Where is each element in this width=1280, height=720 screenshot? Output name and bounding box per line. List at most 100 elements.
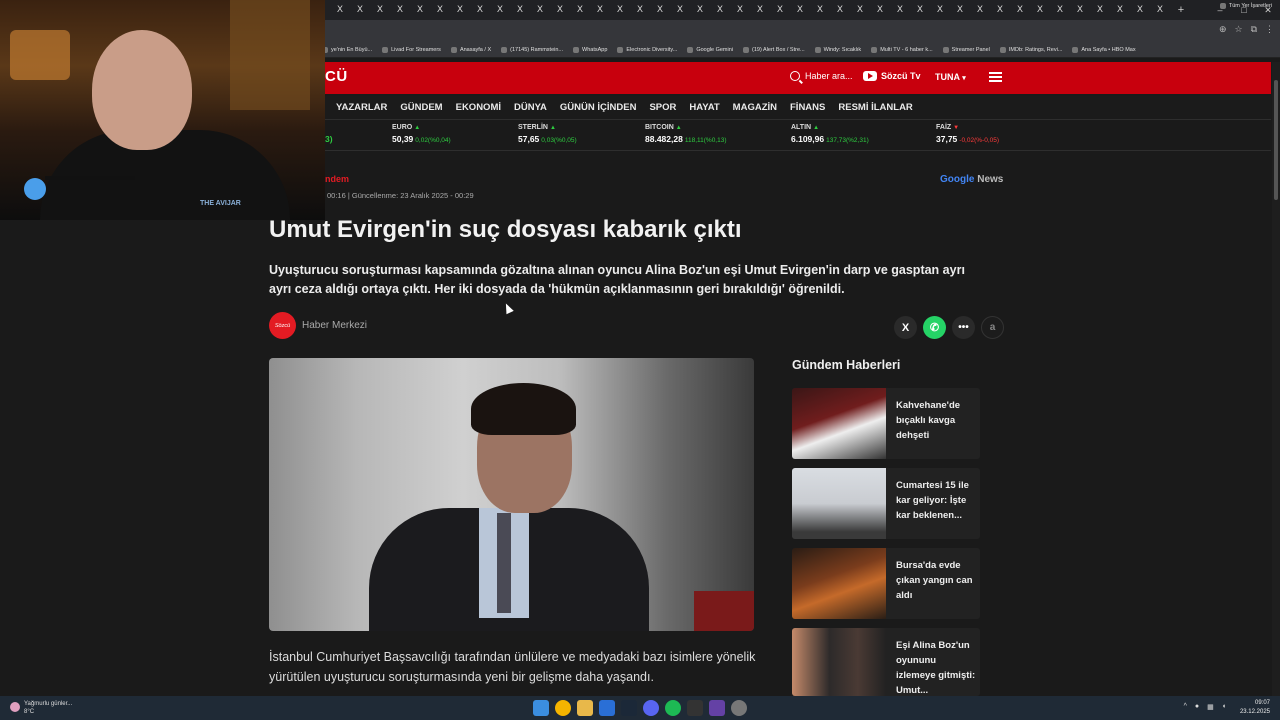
tab-close-icon[interactable]: X	[490, 5, 510, 15]
tab-close-icon[interactable]: X	[890, 5, 910, 15]
font-size-button[interactable]: a	[981, 316, 1004, 339]
tab-close-icon[interactable]: X	[830, 5, 850, 15]
chrome-icon[interactable]	[555, 700, 571, 716]
tab-close-icon[interactable]: X	[530, 5, 550, 15]
ticker-item-euro[interactable]: EURO ▲ 50,39 0,02(%0,04)	[392, 124, 451, 144]
site-logo[interactable]: CÜ	[325, 68, 348, 85]
bookmark-item[interactable]: Streamer Panel	[942, 46, 990, 53]
tab-close-icon[interactable]: X	[970, 5, 990, 15]
ticker-item-altin[interactable]: ALTIN ▲ 6.109,96 137,73(%2,31)	[791, 124, 869, 144]
tab-close-icon[interactable]: X	[410, 5, 430, 15]
tab-close-icon[interactable]: X	[630, 5, 650, 15]
google-news-link[interactable]: Google News	[940, 174, 1003, 185]
tab-close-icon[interactable]: X	[710, 5, 730, 15]
tab-close-icon[interactable]: X	[730, 5, 750, 15]
start-icon[interactable]	[533, 700, 549, 716]
nav-yazarlar[interactable]: YAZARLAR	[336, 102, 387, 113]
file-explorer-icon[interactable]	[577, 700, 593, 716]
scrollbar-thumb[interactable]	[1274, 80, 1278, 200]
tab-close-icon[interactable]: X	[810, 5, 830, 15]
ticker-item-faiz[interactable]: FAİZ ▼ 37,75 -0,02(%-0,05)	[936, 124, 999, 144]
tab-close-icon[interactable]: X	[1110, 5, 1130, 15]
tab-close-icon[interactable]: X	[1150, 5, 1170, 15]
nav-gunun-icinden[interactable]: GÜNÜN İÇİNDEN	[560, 102, 637, 113]
bookmark-item[interactable]: IMDb: Ratings, Revi...	[999, 46, 1062, 53]
nav-ekonomi[interactable]: EKONOMİ	[456, 102, 501, 113]
bookmark-item[interactable]: Multi TV - 6 haber k...	[871, 46, 933, 53]
extensions-icon[interactable]: ⧉	[1251, 24, 1257, 35]
tab-close-icon[interactable]: X	[950, 5, 970, 15]
tab-close-icon[interactable]: X	[550, 5, 570, 15]
tab-close-icon[interactable]: X	[1030, 5, 1050, 15]
tab-close-icon[interactable]: X	[390, 5, 410, 15]
tab-close-icon[interactable]: X	[1070, 5, 1090, 15]
ticker-item-sterlin[interactable]: STERLİN ▲ 57,65 0,03(%0,05)	[518, 124, 577, 144]
nav-magazin[interactable]: MAGAZİN	[733, 102, 777, 113]
category-link[interactable]: ndem	[325, 174, 349, 184]
tab-close-icon[interactable]: X	[350, 5, 370, 15]
tab-close-icon[interactable]: X	[1010, 5, 1030, 15]
tab-close-icon[interactable]: X	[1090, 5, 1110, 15]
chevron-up-icon[interactable]: ^	[1184, 703, 1187, 711]
menu-icon[interactable]: ⋮	[1265, 24, 1274, 35]
bookmark-item[interactable]: (17145) Rammstein...	[501, 46, 563, 53]
tab-close-icon[interactable]: X	[590, 5, 610, 15]
weather-widget[interactable]: Yağmurlu günler... 8°C	[10, 700, 72, 716]
tab-close-icon[interactable]: X	[1050, 5, 1070, 15]
bookmark-item[interactable]: (19) Alert Box / Stre...	[743, 46, 805, 53]
nav-dunya[interactable]: DÜNYA	[514, 102, 547, 113]
share-whatsapp-button[interactable]: ✆	[923, 316, 946, 339]
tab-close-icon[interactable]: X	[430, 5, 450, 15]
tab-close-icon[interactable]: X	[690, 5, 710, 15]
ticker-item-partial[interactable]: 3)	[325, 124, 333, 144]
star-icon[interactable]: ☆	[1234, 24, 1242, 35]
share-x-button[interactable]: X	[894, 316, 917, 339]
tab-close-icon[interactable]: X	[910, 5, 930, 15]
page-scrollbar[interactable]	[1272, 62, 1280, 696]
discord-icon[interactable]	[643, 700, 659, 716]
app-icon[interactable]	[709, 700, 725, 716]
nav-gundem[interactable]: GÜNDEM	[400, 102, 442, 113]
bookmark-item[interactable]: Anasayfa / X	[450, 46, 491, 53]
tab-close-icon[interactable]: X	[670, 5, 690, 15]
app-icon[interactable]	[599, 700, 615, 716]
tab-close-icon[interactable]: X	[650, 5, 670, 15]
volume-icon[interactable]: ◖	[1222, 703, 1226, 711]
tab-close-icon[interactable]: X	[1130, 5, 1150, 15]
nav-resmi-ilanlar[interactable]: RESMİ İLANLAR	[838, 102, 912, 113]
spotify-icon[interactable]	[665, 700, 681, 716]
clock[interactable]: 09:07 23.12.2025	[1240, 699, 1270, 717]
tab-close-icon[interactable]: X	[610, 5, 630, 15]
ticker-item-bitcoin[interactable]: BITCOIN ▲ 88.482,28 118,11(%0,13)	[645, 124, 727, 144]
bookmark-item[interactable]: Windy: Sıcaklık	[814, 46, 861, 53]
user-menu[interactable]: TUNA ▾	[935, 72, 966, 82]
bookmark-item[interactable]: Electronic Diversity...	[617, 46, 677, 53]
tab-close-icon[interactable]: X	[470, 5, 490, 15]
bookmark-item[interactable]: Google Gemini	[687, 46, 733, 53]
zoom-icon[interactable]: ⊕	[1219, 24, 1227, 35]
tab-close-icon[interactable]: X	[370, 5, 390, 15]
tab-close-icon[interactable]: X	[750, 5, 770, 15]
tab-close-icon[interactable]: X	[850, 5, 870, 15]
nav-spor[interactable]: SPOR	[649, 102, 676, 113]
app-icon[interactable]	[731, 700, 747, 716]
bookmark-item[interactable]: WhatsApp	[573, 46, 607, 53]
mic-tray-icon[interactable]: ●	[1195, 703, 1199, 711]
sidebar-news-item[interactable]: Kahvehane'de bıçaklı kavga dehşeti	[792, 388, 980, 459]
sidebar-news-item[interactable]: Eşi Alina Boz'un oyununu izlemeye gitmiş…	[792, 628, 980, 696]
tab-close-icon[interactable]: X	[790, 5, 810, 15]
bookmark-item[interactable]: ye'nin En Büyü...	[322, 46, 372, 53]
author-block[interactable]: Sözcü Haber Merkezi	[269, 312, 367, 339]
bookmark-item[interactable]: Livad For Streamers	[382, 46, 441, 53]
steam-icon[interactable]	[621, 700, 637, 716]
tab-close-icon[interactable]: X	[770, 5, 790, 15]
tab-close-icon[interactable]: X	[450, 5, 470, 15]
nav-hayat[interactable]: HAYAT	[689, 102, 719, 113]
sidebar-news-item[interactable]: Bursa'da evde çıkan yangın can aldı	[792, 548, 980, 619]
tab-close-icon[interactable]: X	[930, 5, 950, 15]
search-box[interactable]: Haber ara...	[790, 71, 853, 81]
tab-close-icon[interactable]: X	[870, 5, 890, 15]
new-tab-button[interactable]: +	[1172, 4, 1190, 16]
tab-close-icon[interactable]: X	[570, 5, 590, 15]
tab-close-icon[interactable]: X	[330, 5, 350, 15]
